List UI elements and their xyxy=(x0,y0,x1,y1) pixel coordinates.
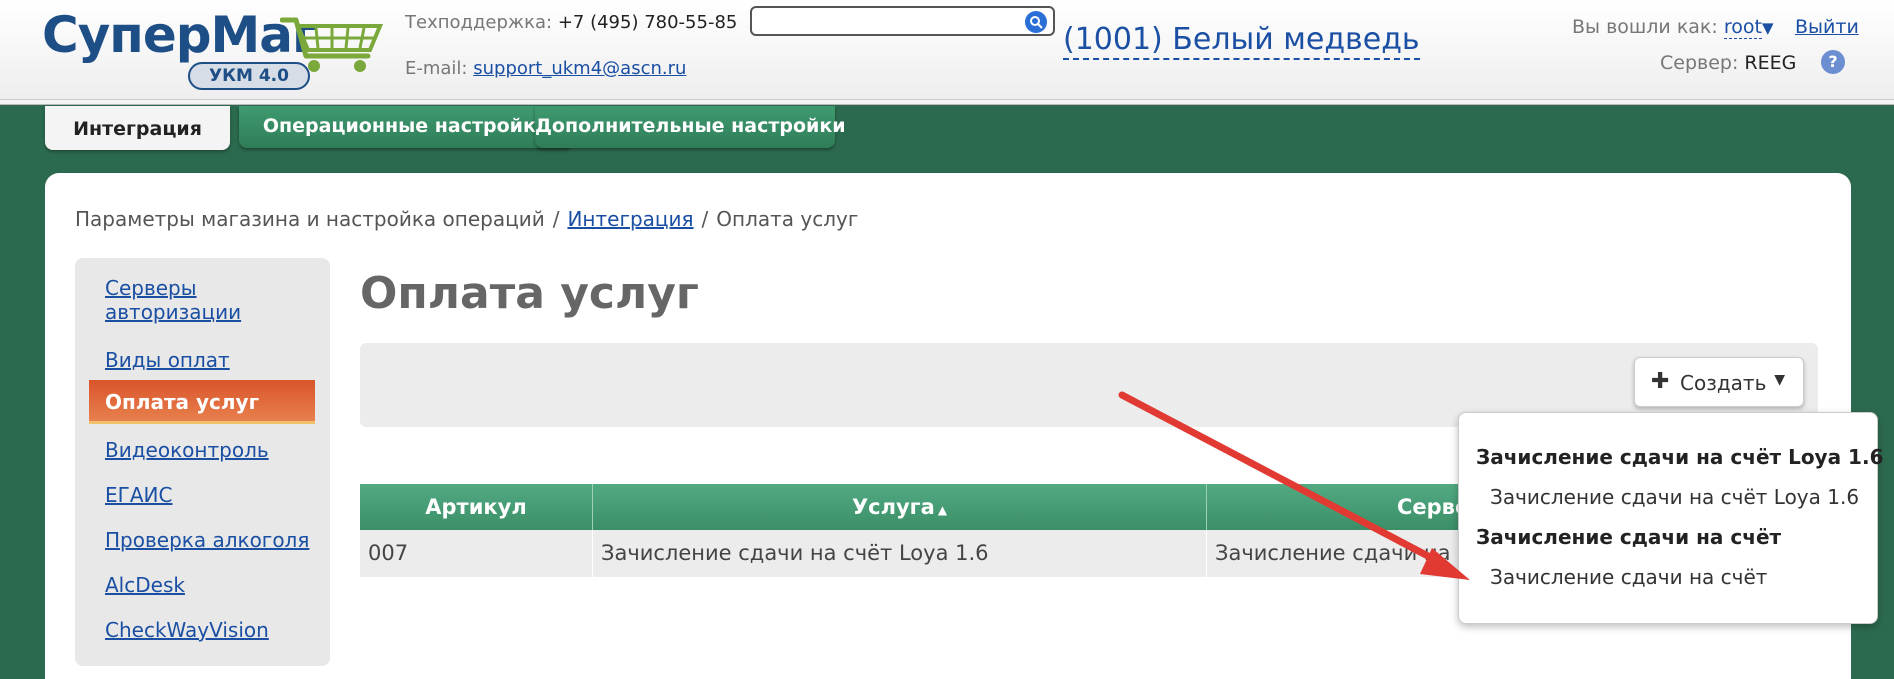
breadcrumb-integration-link[interactable]: Интеграция xyxy=(567,207,693,231)
sort-asc-icon: ▲ xyxy=(937,503,948,517)
logged-in-as: Вы вошли как: root▼ xyxy=(1572,16,1774,39)
search-icon[interactable] xyxy=(1025,11,1047,33)
menu-item-account[interactable]: Зачисление сдачи на счёт xyxy=(1490,565,1767,589)
support-label: Техподдержка: xyxy=(405,12,553,33)
menu-group-title: Зачисление сдачи на счёт Loya 1.6 xyxy=(1476,445,1884,469)
caret-down-icon[interactable]: ▼ xyxy=(1762,19,1774,37)
supermag-logo[interactable]: СуперМаг УКМ 4.0 xyxy=(42,6,383,92)
plus-icon: ✚ xyxy=(1651,369,1670,394)
tab-additional-settings[interactable]: Дополнительные настройки xyxy=(535,106,846,148)
column-header-article[interactable]: Артикул xyxy=(360,484,593,530)
support-email-link[interactable]: support_ukm4@ascn.ru xyxy=(473,58,686,79)
user-menu-link[interactable]: root xyxy=(1723,16,1762,39)
server-label: Сервер: xyxy=(1660,52,1739,74)
page-title: Оплата услуг xyxy=(360,268,699,319)
tab-operational-settings[interactable]: Операционные настройки xyxy=(239,106,573,148)
menu-item-loya[interactable]: Зачисление сдачи на счёт Loya 1.6 xyxy=(1490,485,1859,509)
cell-service: Зачисление сдачи на счёт Loya 1.6 xyxy=(593,530,1207,577)
server-value: REEG xyxy=(1744,52,1797,74)
cell-article: 007 xyxy=(360,530,593,577)
logo-version-badge: УКМ 4.0 xyxy=(188,62,310,90)
sidebar-item-service-payment[interactable]: Оплата услуг xyxy=(89,380,315,424)
logo-title: СуперМаг xyxy=(42,6,318,64)
sidebar-item-auth-servers[interactable]: Серверы авторизации xyxy=(105,276,315,324)
menu-group-title: Зачисление сдачи на счёт xyxy=(1476,525,1782,549)
server-info: Сервер: REEG xyxy=(1660,52,1796,74)
column-header-service-label: Услуга xyxy=(851,495,935,519)
breadcrumb-root: Параметры магазина и настройка операций xyxy=(75,207,545,231)
search-input[interactable] xyxy=(750,6,1055,36)
sidebar-item-alcohol-check[interactable]: Проверка алкоголя xyxy=(105,528,315,552)
sidebar-item-payment-types[interactable]: Виды оплат xyxy=(105,348,315,372)
support-phone-line: Техподдержка: +7 (495) 780-55-85 xyxy=(405,12,737,33)
breadcrumb: Параметры магазина и настройка операций /… xyxy=(75,207,858,231)
chevron-down-icon: ▼ xyxy=(1774,372,1785,388)
sidebar-item-checkwayvision[interactable]: CheckWayVision xyxy=(105,618,315,642)
sidebar-item-egais[interactable]: ЕГАИС xyxy=(105,483,315,507)
logged-in-label: Вы вошли как: xyxy=(1572,16,1718,38)
sidebar-item-video-control[interactable]: Видеоконтроль xyxy=(105,438,315,462)
breadcrumb-separator: / xyxy=(701,207,709,231)
app-header: СуперМаг УКМ 4.0 Техподдержка: +7 (495) … xyxy=(0,0,1894,100)
logout-link[interactable]: Выйти xyxy=(1795,16,1859,38)
support-phone: +7 (495) 780-55-85 xyxy=(557,12,738,33)
breadcrumb-current: Оплата услуг xyxy=(716,207,859,231)
create-button-label: Создать xyxy=(1680,371,1767,395)
breadcrumb-separator: / xyxy=(552,207,560,231)
column-header-service[interactable]: Услуга ▲ xyxy=(593,484,1207,530)
support-email-line: E-mail: support_ukm4@ascn.ru xyxy=(405,58,686,79)
sidebar-item-alcdesk[interactable]: AlcDesk xyxy=(105,573,315,597)
email-label: E-mail: xyxy=(405,58,468,79)
header-divider xyxy=(0,100,1894,105)
create-button[interactable]: ✚ Создать ▼ xyxy=(1634,357,1804,407)
store-selector-link[interactable]: (1001) Белый медведь xyxy=(1063,22,1420,60)
tab-integration[interactable]: Интеграция xyxy=(45,106,230,150)
create-dropdown-menu: Зачисление сдачи на счёт Loya 1.6 Зачисл… xyxy=(1458,412,1883,624)
sidebar-nav: Серверы авторизации Виды оплат Оплата ус… xyxy=(75,258,330,666)
help-icon[interactable]: ? xyxy=(1821,50,1845,74)
